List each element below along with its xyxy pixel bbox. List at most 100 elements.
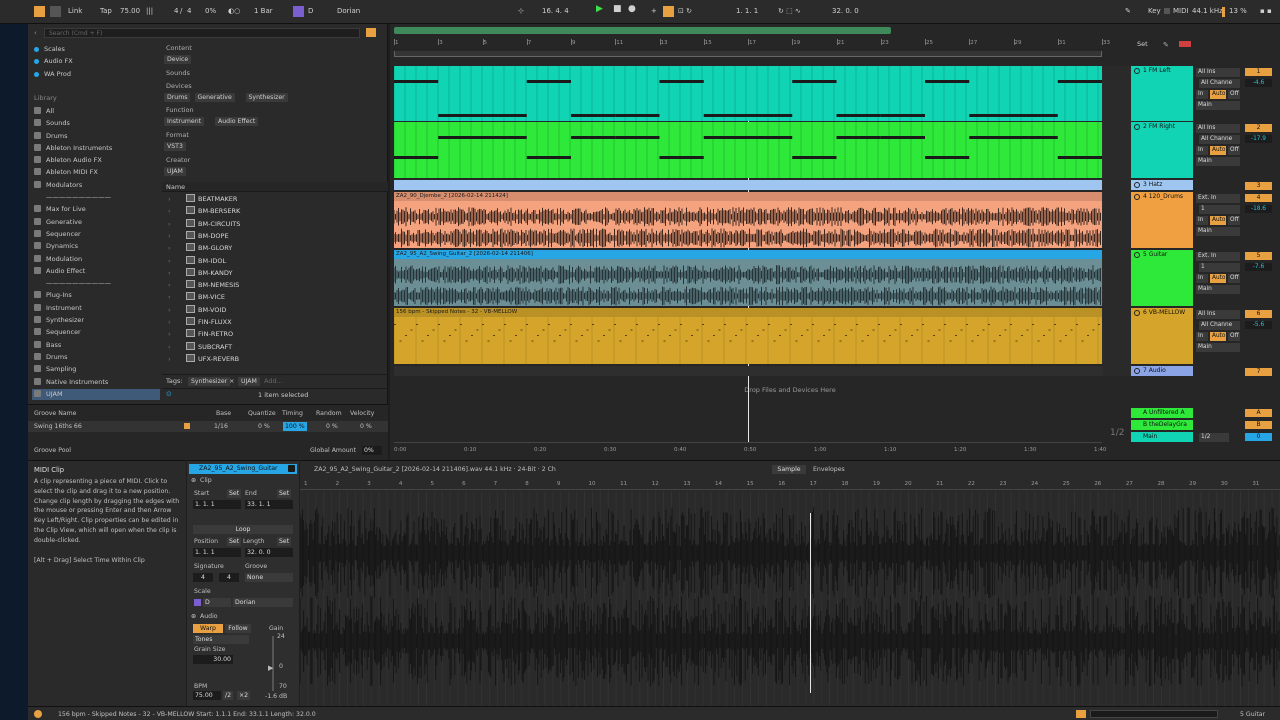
track-header-5-guitar[interactable]: 5 Guitar [1131,250,1193,306]
return-a-unfiltered-a[interactable]: A Unfiltered A [1131,408,1193,418]
clip-launch-icon[interactable]: ✎ [1163,41,1169,49]
signature-numerator-field[interactable]: 4 [193,573,213,582]
fold-icon[interactable] [1134,68,1140,74]
monitor-off[interactable]: Off [1228,90,1240,99]
clip[interactable]: ZA2_90_Djembe_2 [2026-02-14 211424] [394,192,1102,248]
expand-icon[interactable]: › [168,280,171,291]
groove-select[interactable]: None [245,573,293,582]
monitor-in[interactable]: In [1196,274,1208,283]
app-icon[interactable] [34,6,45,17]
monitor-auto[interactable]: Auto [1210,90,1226,99]
loop-length-field[interactable]: 32. 0. 0 [832,6,859,17]
sidebar-item-drums[interactable]: Drums [34,131,68,142]
sample-ruler[interactable]: 1 2 3 4 5 6 7 8 9 10 11 12 13 14 15 16 17 18 19 20 21 22 23 24 2… [300,478,1280,490]
chip-ujam[interactable]: UJAM [164,167,186,176]
filter-format[interactable]: Format [166,131,189,139]
chip-audio-effect[interactable]: Audio Effect [215,117,259,126]
preset-item[interactable]: › BM-VICE [168,292,225,303]
gain-handle[interactable]: ▶ [268,664,273,672]
sidebar-item-instrument[interactable]: Instrument [34,303,82,314]
monitor-auto[interactable]: Auto [1210,146,1226,155]
fold-icon[interactable] [1134,368,1140,374]
metronome-bars-icon[interactable]: ||| [146,6,153,17]
tab-envelopes[interactable]: Envelopes [813,466,845,473]
fold-icon[interactable] [1134,194,1140,200]
track-header-4-120-drums[interactable]: 4 120_Drums [1131,192,1193,248]
sidebar-item-wa-prod[interactable]: WA Prod [34,69,71,80]
tap-button[interactable]: Tap [100,6,112,17]
fold-icon[interactable] [1134,124,1140,130]
quantize-menu[interactable]: 1 Bar [254,6,273,17]
preset-item[interactable]: › BM-BERSERK [168,206,240,217]
follow-button[interactable]: Follow [225,624,251,633]
output-select[interactable]: Main [1196,343,1240,352]
track-header-1-fm-left[interactable]: 1 FM Left [1131,66,1193,121]
stop-all-icon[interactable] [1179,41,1191,47]
monitor-in[interactable]: In [1196,332,1208,341]
sidebar-item-scales[interactable]: Scales [34,44,65,55]
time-ruler[interactable]: 0:00 0:10 0:20 0:30 0:40 0:50 1:00 1:10 1:20 1:30… [394,442,1106,456]
tag-synthesizer[interactable]: Synthesizer [188,377,231,386]
groove-timing[interactable]: 100 % [283,422,307,431]
tag-remove-icon[interactable]: × [229,377,234,385]
record-icon[interactable]: ● [628,4,636,15]
sidebar-item-all[interactable]: All [34,106,54,117]
sidebar-item-separator-2[interactable]: —————————— [34,278,111,289]
start-set-button[interactable]: Set [227,489,242,498]
monitor-off[interactable]: Off [1228,146,1240,155]
browser-back-icon[interactable]: ‹ [34,29,37,37]
tab-sample[interactable]: Sample [772,465,806,474]
sidebar-item-modulators[interactable]: Modulators [34,180,82,191]
input-type-select[interactable]: Ext. In [1196,194,1240,203]
volume-field[interactable]: -17.9 [1245,135,1272,143]
track-activator[interactable]: 2 [1245,124,1272,132]
sidebar-item-ableton-midi-fx[interactable]: Ableton MIDI FX [34,167,98,178]
groove-velocity[interactable]: 0 % [360,423,372,430]
signature-denominator-field[interactable]: 4 [219,573,239,582]
tag-add[interactable]: Add... [264,377,283,385]
track-activator[interactable]: 4 [1245,194,1272,202]
browser-hotswap-icon[interactable] [366,28,376,37]
clip-scale-icon[interactable] [194,599,201,606]
sample-waveform[interactable] [300,491,1280,707]
preset-item[interactable]: › SUBCRAFT [168,341,232,353]
tempo-follower-icon[interactable] [50,6,61,17]
expand-icon[interactable]: › [168,317,171,328]
input-type-select[interactable]: Ext. In [1196,252,1240,261]
clip-start-field[interactable]: 1. 1. 1 [193,500,241,509]
input-type-select[interactable]: All Ins [1196,68,1240,77]
tempo-field[interactable]: 75.00 [120,6,140,17]
double-tempo-button[interactable]: ×2 [237,691,251,700]
preset-item[interactable]: › FIN-RETRO [168,329,233,340]
sidebar-item-max-for-live[interactable]: Max for Live [34,204,86,215]
main-output-channels[interactable]: 1/2 [1199,433,1229,442]
browser-search-input[interactable]: Search (Cmd + F) [44,28,360,38]
automation-arm-icon[interactable] [663,6,674,17]
track-header-2-fm-right[interactable]: 2 FM Right [1131,122,1193,178]
output-select[interactable]: Main [1196,285,1240,294]
volume-field[interactable]: -7.6 [1245,263,1272,271]
groove-quantize[interactable]: 0 % [258,423,270,430]
scale-mode-select[interactable]: Dorian [337,6,360,17]
track-activator[interactable]: 5 [1245,252,1272,260]
signature-denominator[interactable]: 4 [187,6,191,17]
preset-item[interactable]: › BM-GLORY [168,243,232,254]
clip[interactable] [394,180,1102,190]
preset-item[interactable]: › BM-CIRCUITS [168,218,240,230]
track-lane[interactable] [394,366,1136,376]
chip-vst3[interactable]: VST3 [164,142,186,151]
metronome-icon[interactable]: ◐○ [228,6,240,17]
clip-end-field[interactable]: 33. 1. 1 [245,500,293,509]
output-select[interactable]: Main [1196,101,1240,110]
preset-item[interactable]: › UFX-REVERB [168,353,239,365]
scale-root-select[interactable]: D [308,6,313,17]
sidebar-item-separator-1[interactable]: —————————— [34,192,111,203]
clip[interactable]: ZA2_95_A2_Swing_Guitar_2 [2026-02-14 211… [394,250,1102,306]
clip-scale-mode[interactable]: Dorian [233,598,293,607]
bpm-field[interactable]: 75.00 [193,691,221,700]
chip-device[interactable]: Device [164,55,192,64]
end-set-button[interactable]: Set [277,489,292,498]
expand-icon[interactable]: › [168,243,171,254]
input-channel-select[interactable]: All Channe [1199,79,1240,88]
warp-button[interactable]: Warp [193,624,223,633]
